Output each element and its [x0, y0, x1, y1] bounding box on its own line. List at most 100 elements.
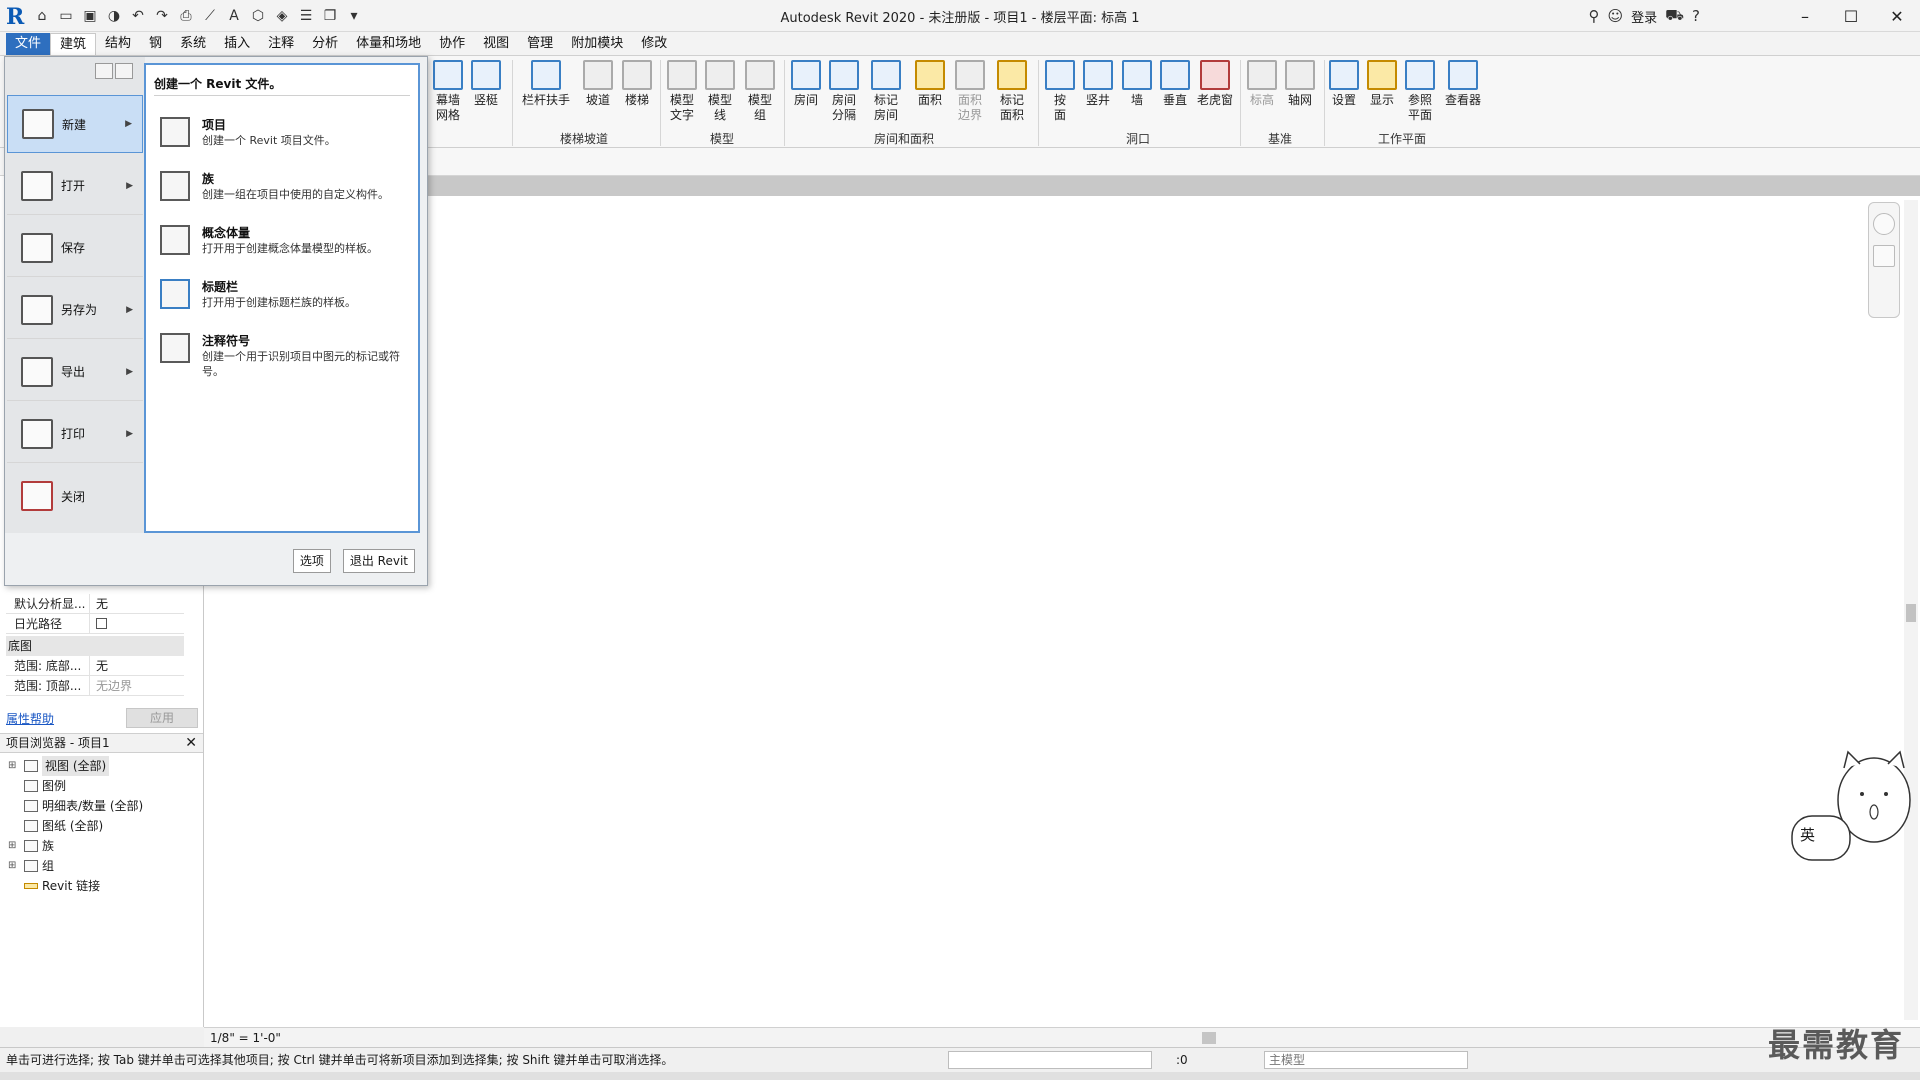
ref-plane-button[interactable]: 参照 平面: [1400, 60, 1440, 123]
tree-node-legends[interactable]: 图例: [8, 776, 198, 796]
shaft-button[interactable]: 竖井: [1078, 60, 1118, 108]
menu-new[interactable]: 新建 ▶: [7, 95, 143, 153]
room-button[interactable]: 房间: [786, 60, 826, 108]
sync-icon[interactable]: ◑: [104, 6, 124, 26]
redo-icon[interactable]: ↷: [152, 6, 172, 26]
tab-steel[interactable]: 钢: [140, 33, 171, 55]
prop-row[interactable]: 范围: 底部... 无: [6, 656, 184, 676]
menu-save[interactable]: 保存: [7, 219, 143, 277]
level-button[interactable]: 标高: [1242, 60, 1282, 108]
tag-room-button[interactable]: 标记 房间: [866, 60, 906, 123]
tree-node-sheets[interactable]: 图纸 (全部): [8, 816, 198, 836]
thin-lines-icon[interactable]: ☰: [296, 6, 316, 26]
default-3d-icon[interactable]: ⬡: [248, 6, 268, 26]
recent-documents-icon[interactable]: [95, 63, 113, 79]
login-link[interactable]: 登录: [1631, 7, 1657, 26]
ime-language-label[interactable]: 英: [1800, 824, 1815, 845]
tab-addins[interactable]: 附加模块: [562, 33, 632, 55]
new-conceptual-mass-item[interactable]: 概念体量 打开用于创建概念体量模型的样板。: [160, 225, 410, 256]
home-icon[interactable]: ⌂: [32, 6, 52, 26]
ime-mascot-icon[interactable]: [1790, 746, 1920, 866]
tab-collaborate[interactable]: 协作: [430, 33, 474, 55]
tab-manage[interactable]: 管理: [518, 33, 562, 55]
minimize-icon[interactable]: –: [1782, 0, 1828, 32]
menu-open[interactable]: 打开 ▶: [7, 157, 143, 215]
maximize-icon[interactable]: ☐: [1828, 0, 1874, 32]
save-icon[interactable]: ▣: [80, 6, 100, 26]
new-project-item[interactable]: 项目 创建一个 Revit 项目文件。: [160, 117, 410, 148]
viewer-button[interactable]: 查看器: [1440, 60, 1486, 108]
stair-button[interactable]: 楼梯: [617, 60, 657, 108]
menu-export[interactable]: 导出 ▶: [7, 343, 143, 401]
area-boundary-button[interactable]: 面积 边界: [950, 60, 990, 123]
zoom-icon[interactable]: [1873, 245, 1895, 267]
workset-combo[interactable]: [948, 1051, 1152, 1069]
close-icon[interactable]: ✕: [1874, 0, 1920, 32]
menu-print[interactable]: 打印 ▶: [7, 405, 143, 463]
qat-customize-icon[interactable]: ▾: [344, 6, 364, 26]
model-text-button[interactable]: 模型 文字: [662, 60, 702, 123]
model-group-button[interactable]: 模型 组: [740, 60, 780, 123]
tab-architecture[interactable]: 建筑: [50, 32, 97, 55]
drawing-canvas[interactable]: [204, 196, 1920, 1027]
apply-button[interactable]: 应用: [126, 708, 198, 728]
dormer-button[interactable]: 老虎窗: [1192, 60, 1238, 108]
close-icon[interactable]: ✕: [185, 734, 197, 752]
tab-view[interactable]: 视图: [474, 33, 518, 55]
expand-icon[interactable]: ⊞: [8, 856, 20, 876]
print-icon[interactable]: ⎙: [176, 6, 196, 26]
tab-insert[interactable]: 插入: [215, 33, 259, 55]
ramp-button[interactable]: 坡道: [578, 60, 618, 108]
horizontal-scroll-thumb[interactable]: [1202, 1032, 1216, 1044]
new-annotation-symbol-item[interactable]: 注释符号 创建一个用于识别项目中图元的标记或符号。: [160, 333, 410, 379]
mullion-button[interactable]: 竖梃: [466, 60, 506, 108]
expand-icon[interactable]: ⊞: [8, 756, 20, 776]
open-documents-icon[interactable]: [115, 63, 133, 79]
tree-node-groups[interactable]: ⊞ 组: [8, 856, 198, 876]
tab-modify[interactable]: 修改: [632, 33, 676, 55]
tree-node-families[interactable]: ⊞ 族: [8, 836, 198, 856]
by-face-button[interactable]: 按 面: [1040, 60, 1080, 123]
text-icon[interactable]: A: [224, 6, 244, 26]
show-workplane-button[interactable]: 显示: [1362, 60, 1402, 108]
prop-section-underlay[interactable]: 底图: [6, 636, 184, 656]
vertical-opening-button[interactable]: 垂直: [1155, 60, 1195, 108]
measure-icon[interactable]: ⟋: [200, 6, 220, 26]
grid-button[interactable]: 轴网: [1280, 60, 1320, 108]
sun-path-checkbox[interactable]: [96, 618, 107, 629]
user-icon[interactable]: ☺: [1608, 7, 1624, 25]
railing-button[interactable]: 栏杆扶手: [518, 60, 574, 108]
view-scale[interactable]: 1/8" = 1'-0": [210, 1031, 281, 1045]
options-button[interactable]: 选项: [292, 549, 331, 573]
curtain-grid-button[interactable]: 幕墙 网格: [428, 60, 468, 123]
tree-node-revit-links[interactable]: Revit 链接: [8, 876, 198, 896]
switch-windows-icon[interactable]: ❐: [320, 6, 340, 26]
tab-file[interactable]: 文件: [6, 32, 51, 55]
menu-save-as[interactable]: 另存为 ▶: [7, 281, 143, 339]
revit-logo[interactable]: R: [6, 4, 24, 30]
help-icon[interactable]: ?: [1692, 7, 1700, 25]
exit-revit-button[interactable]: 退出 Revit: [342, 549, 415, 573]
set-workplane-button[interactable]: 设置: [1324, 60, 1364, 108]
tab-analyze[interactable]: 分析: [303, 33, 347, 55]
tag-area-button[interactable]: 标记 面积: [992, 60, 1032, 123]
vertical-scrollbar[interactable]: [1904, 200, 1918, 1020]
expand-icon[interactable]: ⊞: [8, 836, 20, 856]
area-button[interactable]: 面积: [910, 60, 950, 108]
cart-icon[interactable]: ⛟: [1665, 6, 1684, 26]
menu-close[interactable]: 关闭: [7, 467, 143, 525]
tab-massing[interactable]: 体量和场地: [347, 33, 430, 55]
tab-systems[interactable]: 系统: [171, 33, 215, 55]
prop-row[interactable]: 范围: 顶部... 无边界: [6, 676, 184, 696]
scroll-thumb[interactable]: [1906, 604, 1916, 622]
tree-node-views[interactable]: ⊞ 视图 (全部): [8, 756, 198, 776]
open-icon[interactable]: ▭: [56, 6, 76, 26]
section-icon[interactable]: ◈: [272, 6, 292, 26]
model-line-button[interactable]: 模型 线: [700, 60, 740, 123]
new-titleblock-item[interactable]: 标题栏 打开用于创建标题栏族的样板。: [160, 279, 410, 310]
wall-opening-button[interactable]: 墙: [1117, 60, 1157, 108]
tree-node-schedules[interactable]: 明细表/数量 (全部): [8, 796, 198, 816]
prop-row-sun-path[interactable]: 日光路径: [6, 614, 184, 634]
new-family-item[interactable]: 族创建一组在项目中使用的自定义构件。: [160, 171, 410, 202]
prop-row[interactable]: 默认分析显... 无: [6, 594, 184, 614]
